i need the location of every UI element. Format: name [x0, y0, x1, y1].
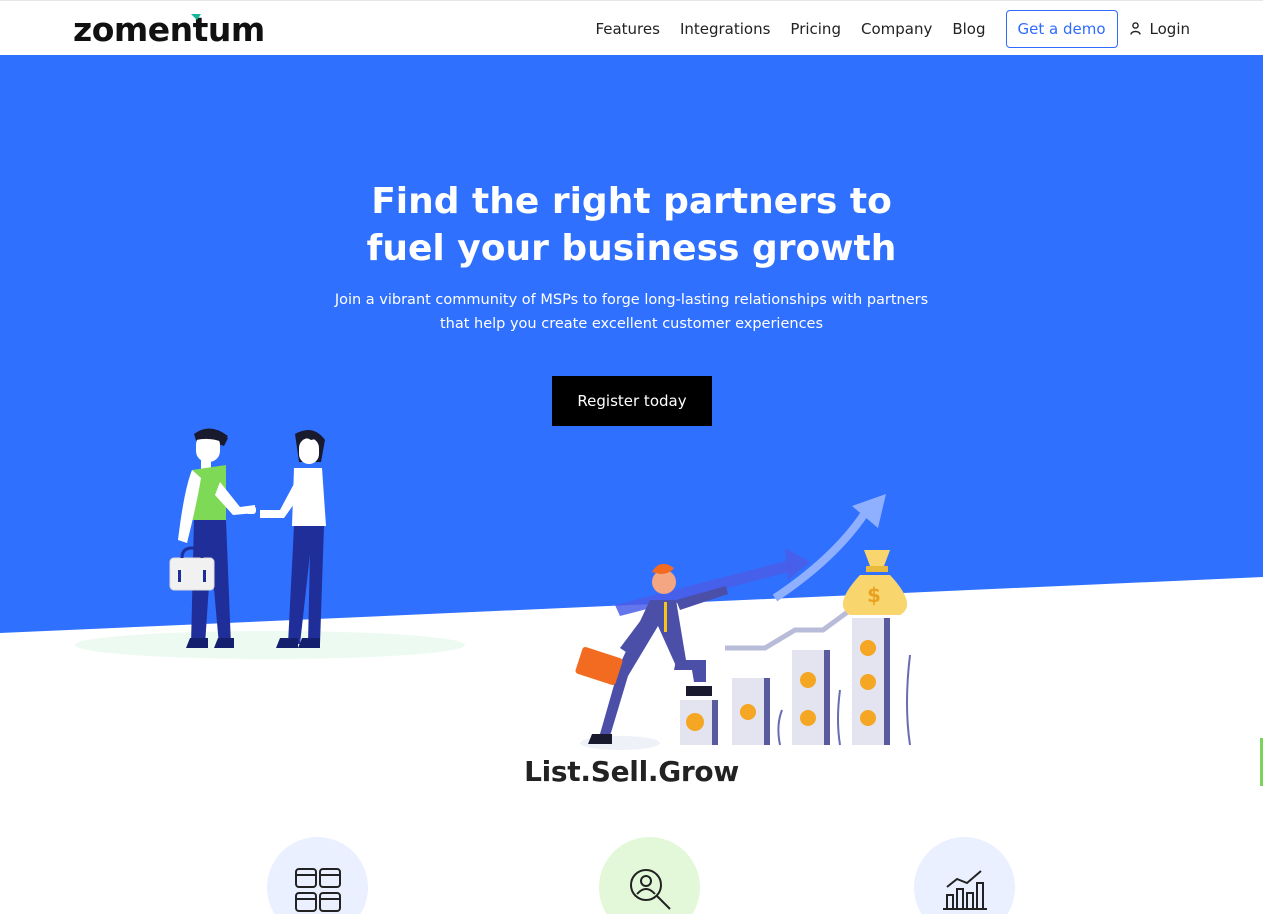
growth-illustration: $ — [575, 494, 911, 750]
grid-icon — [294, 868, 341, 912]
hero-subtitle-line-2: that help you create excellent customer … — [439, 316, 824, 332]
hero-title-line-1: Find the right partners to — [371, 181, 892, 222]
register-today-button[interactable]: Register today — [552, 376, 712, 426]
hero-title-line-2: fuel your business growth — [366, 228, 897, 269]
nav-blog[interactable]: Blog — [952, 20, 985, 38]
nav-company[interactable]: Company — [861, 20, 932, 38]
bar-growth-icon — [942, 870, 987, 910]
nav-features[interactable]: Features — [595, 20, 660, 38]
user-icon — [1129, 22, 1141, 35]
hero-subtitle: Join a vibrant community of MSPs to forg… — [0, 288, 1263, 336]
hero-title: Find the right partners to fuel your bus… — [0, 178, 1263, 272]
hero-subtitle-line-1: Join a vibrant community of MSPs to forg… — [334, 292, 929, 308]
handshake-illustration — [75, 428, 465, 659]
user-search-icon — [629, 869, 671, 910]
site-header: zomentum Features Integrations Pricing C… — [0, 0, 1263, 55]
nav-integrations[interactable]: Integrations — [680, 20, 770, 38]
zomentum-logo[interactable]: zomentum — [73, 12, 265, 48]
svg-text:$: $ — [867, 583, 881, 607]
get-demo-button[interactable]: Get a demo — [1005, 9, 1118, 48]
nav-pricing[interactable]: Pricing — [790, 20, 841, 38]
tagline: List.Sell.Grow — [524, 755, 739, 788]
main-nav: Features Integrations Pricing Company Bl… — [595, 9, 1190, 48]
login-label: Login — [1149, 19, 1190, 38]
login-link[interactable]: Login — [1129, 19, 1190, 38]
